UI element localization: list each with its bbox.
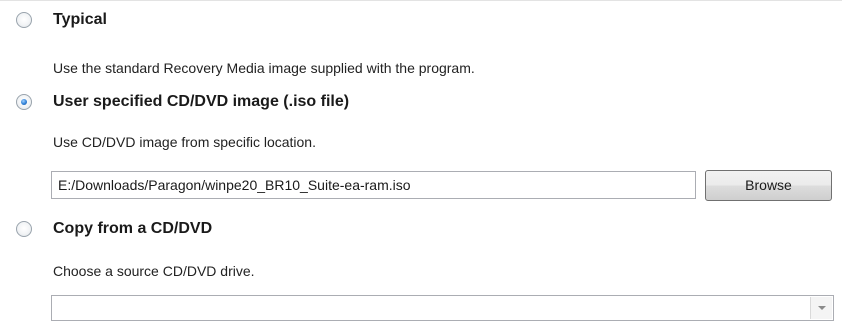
iso-label[interactable]: User specified CD/DVD image (.iso file) [53,93,349,111]
copy-description: Choose a source CD/DVD drive. [53,263,255,279]
copy-label[interactable]: Copy from a CD/DVD [53,220,212,238]
iso-radio[interactable] [16,94,32,110]
iso-path-input[interactable]: E:/Downloads/Paragon/winpe20_BR10_Suite-… [51,171,696,199]
typical-radio[interactable] [16,12,32,28]
typical-description: Use the standard Recovery Media image su… [53,60,475,76]
browse-button[interactable]: Browse [705,170,832,201]
iso-description: Use CD/DVD image from specific location. [53,134,316,150]
dropdown-button[interactable] [810,297,832,319]
copy-radio[interactable] [16,221,32,237]
chevron-down-icon [818,306,826,310]
radio-selected-icon [21,99,27,105]
recovery-media-source-panel: Typical Use the standard Recovery Media … [0,0,842,325]
typical-label[interactable]: Typical [53,11,107,29]
source-drive-select[interactable] [51,295,834,321]
